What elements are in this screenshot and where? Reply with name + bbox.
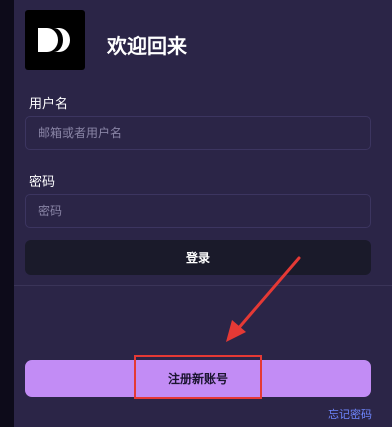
highlight-box <box>134 355 262 399</box>
forgot-password-link[interactable]: 忘记密码 <box>328 406 372 422</box>
